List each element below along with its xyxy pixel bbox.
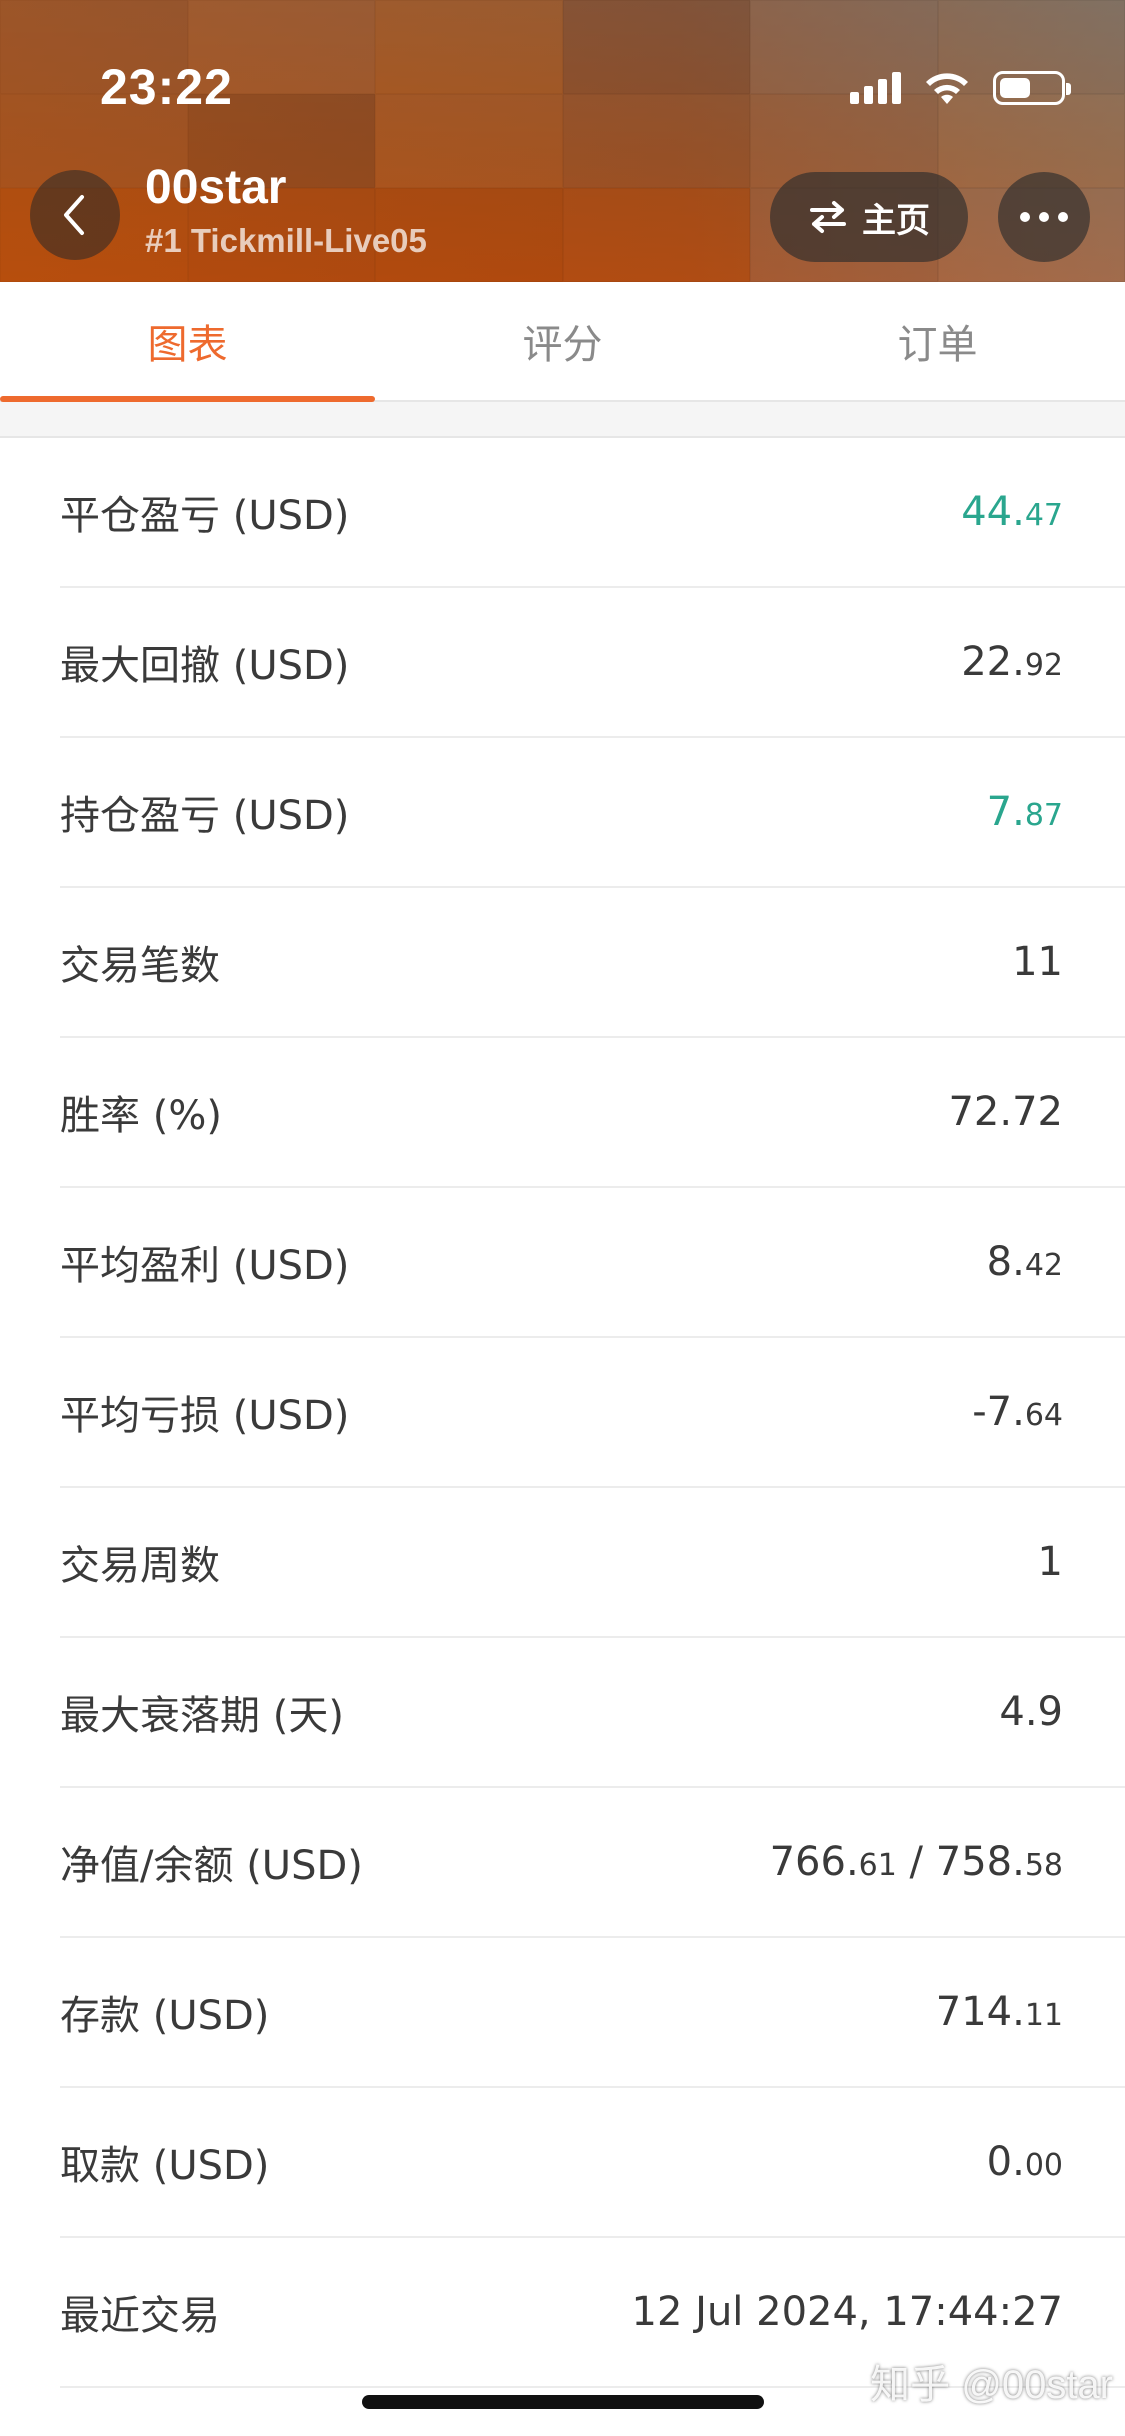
stat-value: -7.64 (972, 1389, 1063, 1435)
stat-label: 最大回撤 (USD) (60, 643, 350, 689)
stats-list: 平仓盈亏 (USD) 44.47 最大回撤 (USD) 22.92 持仓盈亏 (… (0, 438, 1125, 2388)
stat-row-deposits: 存款 (USD) 714.11 (60, 1938, 1125, 2088)
home-button-label: 主页 (862, 200, 930, 241)
stat-row-withdrawals: 取款 (USD) 0.00 (60, 2088, 1125, 2238)
stat-row-win-rate: 胜率 (%) 72.72 (60, 1038, 1125, 1188)
stat-value: 8.42 (986, 1239, 1063, 1285)
cellular-signal-icon (850, 72, 901, 104)
stat-row-avg-loss: 平均亏损 (USD) -7.64 (60, 1338, 1125, 1488)
stat-row-equity-balance: 净值/余额 (USD) 766.61 / 758.58 (60, 1788, 1125, 1938)
stat-value: 12 Jul 2024, 17:44:27 (631, 2289, 1063, 2335)
stat-label: 交易周数 (60, 1543, 220, 1589)
stat-value: 766.61 / 758.58 (769, 1839, 1063, 1885)
stat-label: 平均亏损 (USD) (60, 1393, 350, 1439)
stat-label: 最大衰落期 (天) (60, 1693, 344, 1739)
stat-label: 持仓盈亏 (USD) (60, 793, 350, 839)
tab-chart[interactable]: 图表 (0, 282, 375, 402)
stat-row-closed-pnl: 平仓盈亏 (USD) 44.47 (60, 438, 1125, 588)
tab-orders[interactable]: 订单 (750, 282, 1125, 400)
profile-header: 23:22 00star #1 Tickmill-Live05 主页 (0, 0, 1125, 282)
tab-rating[interactable]: 评分 (375, 282, 750, 400)
stat-row-trading-weeks: 交易周数 1 (60, 1488, 1125, 1638)
section-divider (0, 402, 1125, 438)
home-button[interactable]: 主页 (770, 172, 968, 262)
swap-arrows-icon (810, 201, 846, 233)
more-options-button[interactable] (998, 172, 1090, 262)
account-subtitle: #1 Tickmill-Live05 (145, 222, 427, 259)
stat-label: 胜率 (%) (60, 1093, 222, 1139)
stat-label: 取款 (USD) (60, 2143, 270, 2189)
stat-row-trade-count: 交易笔数 11 (60, 888, 1125, 1038)
stat-value: 4.9 (999, 1689, 1063, 1735)
more-dot (1058, 212, 1068, 222)
stat-label: 最近交易 (60, 2293, 220, 2339)
status-bar-time: 23:22 (100, 59, 233, 115)
stat-label: 存款 (USD) (60, 1993, 270, 2039)
stat-row-open-pnl: 持仓盈亏 (USD) 7.87 (60, 738, 1125, 888)
status-bar-icons (850, 66, 1071, 110)
tab-bar: 图表 评分 订单 (0, 282, 1125, 402)
stat-label: 交易笔数 (60, 943, 220, 989)
account-title: 00star (145, 161, 287, 214)
more-dot (1039, 212, 1049, 222)
stat-value: 0.00 (986, 2139, 1063, 2185)
stat-label: 平均盈利 (USD) (60, 1243, 350, 1289)
stat-value: 714.11 (935, 1989, 1063, 2035)
battery-icon (993, 71, 1071, 105)
stat-row-max-decline-period: 最大衰落期 (天) 4.9 (60, 1638, 1125, 1788)
wifi-icon (926, 73, 968, 104)
chevron-left-icon (64, 195, 84, 235)
stat-label: 平仓盈亏 (USD) (60, 493, 350, 539)
home-indicator[interactable] (362, 2395, 764, 2409)
stat-value: 44.47 (961, 489, 1063, 535)
more-dot (1020, 212, 1030, 222)
stat-label: 净值/余额 (USD) (60, 1843, 363, 1889)
stat-row-max-drawdown: 最大回撤 (USD) 22.92 (60, 588, 1125, 738)
stat-value: 11 (1012, 939, 1063, 985)
stat-row-avg-profit: 平均盈利 (USD) 8.42 (60, 1188, 1125, 1338)
watermark: 知乎 @00star (870, 2363, 1113, 2407)
stat-value: 22.92 (961, 639, 1063, 685)
stat-value: 72.72 (948, 1089, 1063, 1135)
stat-value: 7.87 (986, 789, 1063, 835)
back-button[interactable] (30, 170, 120, 260)
stat-value: 1 (1037, 1539, 1063, 1585)
